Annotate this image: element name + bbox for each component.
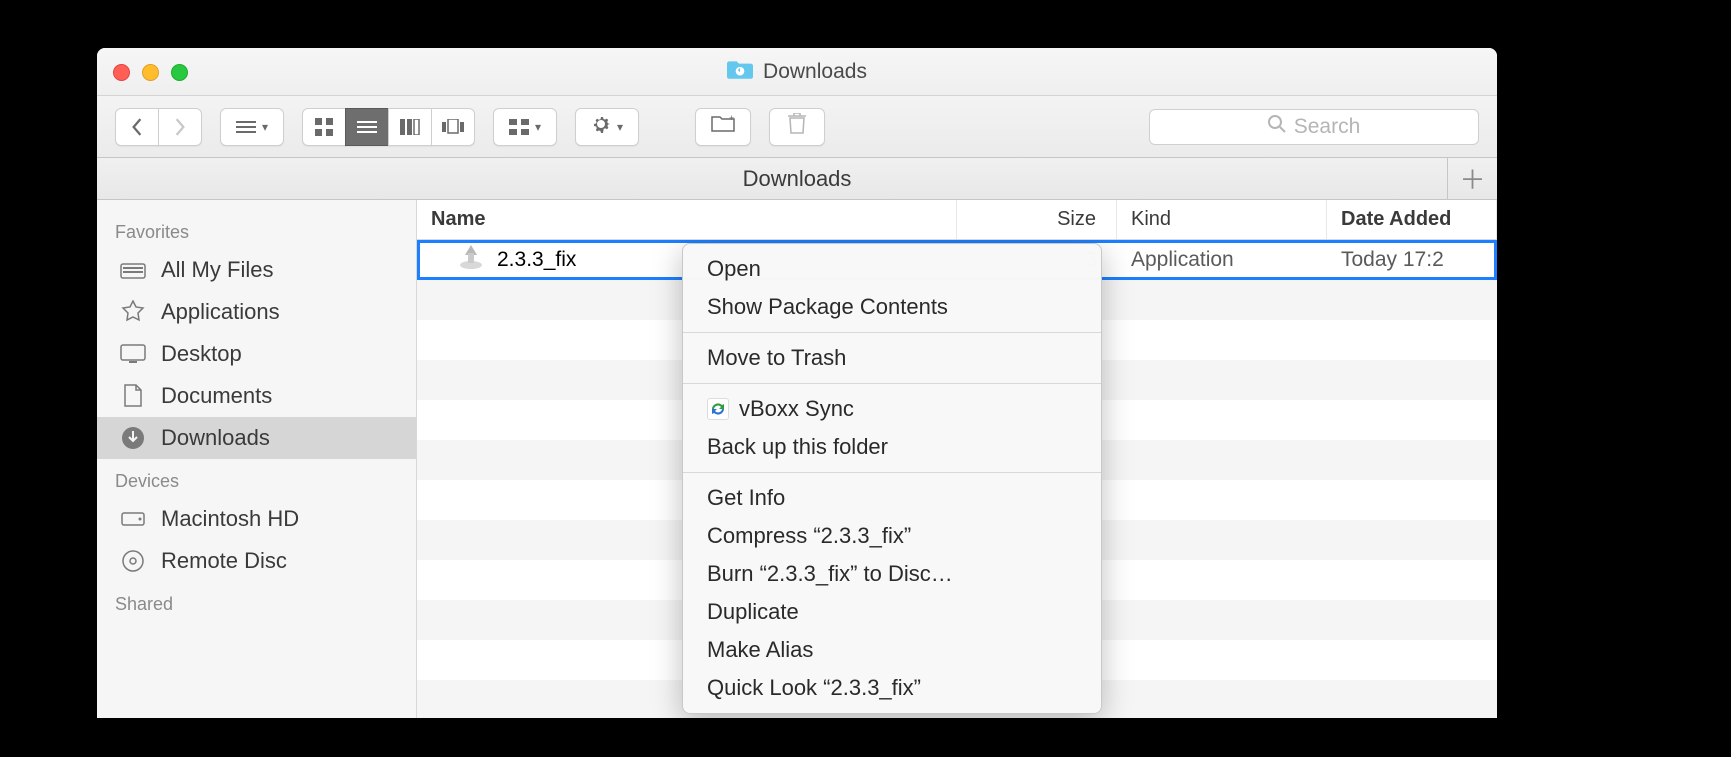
menu-get-info[interactable]: Get Info [683,479,1101,517]
file-date: Today 17:2 [1327,248,1497,272]
sidebar-item-desktop[interactable]: Desktop [97,333,416,375]
finder-window: Downloads ▾ ▾ ▾ + [97,48,1497,718]
back-button[interactable] [115,108,159,146]
sidebar-item-label: Desktop [161,341,242,367]
gear-icon [591,114,611,139]
menu-burn-to-disc[interactable]: Burn “2.3.3_fix” to Disc… [683,555,1101,593]
sidebar-item-label: Macintosh HD [161,506,299,532]
share-dropdown[interactable]: ▾ [493,108,557,146]
file-rows: 2.3.3_fix 3 Application Today 17:2 [417,240,1497,718]
application-icon [457,243,485,277]
sidebar-header-favorites: Favorites [97,210,416,249]
chevron-down-icon: ▾ [262,120,268,134]
sidebar-item-applications[interactable]: Applications [97,291,416,333]
view-buttons [302,108,475,146]
downloads-icon [119,426,147,450]
disc-icon [119,549,147,573]
sidebar-header-devices: Devices [97,459,416,498]
coverflow-view-button[interactable] [431,108,475,146]
sidebar-item-macintosh-hd[interactable]: Macintosh HD [97,498,416,540]
chevron-down-icon: ▾ [535,120,541,134]
column-view-button[interactable] [388,108,432,146]
window-body: Favorites All My Files Applications Desk… [97,200,1497,718]
menu-separator [683,383,1101,384]
menu-quick-look[interactable]: Quick Look “2.3.3_fix” [683,669,1101,707]
action-dropdown[interactable]: ▾ [575,108,639,146]
toolbar: ▾ ▾ ▾ + Search [97,96,1497,158]
close-button[interactable] [113,64,130,81]
sidebar-item-downloads[interactable]: Downloads [97,417,416,459]
search-icon [1268,115,1286,139]
sidebar-item-label: Remote Disc [161,548,287,574]
file-kind: Application [1117,248,1327,272]
file-list: Name Size Kind Date Added 2.3.3_fix 3 Ap… [417,200,1497,718]
window-title: Downloads [727,58,867,86]
sync-icon [707,398,729,420]
menu-compress[interactable]: Compress “2.3.3_fix” [683,517,1101,555]
column-kind[interactable]: Kind [1117,200,1327,239]
sidebar-item-label: All My Files [161,257,273,283]
minimize-button[interactable] [142,64,159,81]
menu-vboxx-sync[interactable]: vBoxx Sync [683,390,1101,428]
sidebar: Favorites All My Files Applications Desk… [97,200,417,718]
tab-bar: Downloads ＋ [97,158,1497,200]
sidebar-item-documents[interactable]: Documents [97,375,416,417]
menu-separator [683,332,1101,333]
menu-separator [683,472,1101,473]
arrange-dropdown[interactable]: ▾ [220,108,284,146]
svg-text:+: + [729,115,734,123]
file-name: 2.3.3_fix [497,248,576,272]
window-title-text: Downloads [763,60,867,84]
forward-button[interactable] [158,108,202,146]
column-size[interactable]: Size [957,200,1117,239]
chevron-down-icon: ▾ [617,120,623,134]
applications-icon [119,300,147,324]
menu-duplicate[interactable]: Duplicate [683,593,1101,631]
desktop-icon [119,342,147,366]
documents-icon [119,384,147,408]
sidebar-item-label: Documents [161,383,272,409]
menu-back-up-folder[interactable]: Back up this folder [683,428,1101,466]
sidebar-item-label: Applications [161,299,280,325]
column-headers: Name Size Kind Date Added [417,200,1497,240]
sidebar-item-label: Downloads [161,425,270,451]
new-folder-button[interactable]: + [695,108,751,146]
icon-view-button[interactable] [302,108,346,146]
downloads-folder-icon [727,58,753,86]
search-placeholder: Search [1294,115,1361,139]
add-tab-button[interactable]: ＋ [1447,158,1497,199]
menu-make-alias[interactable]: Make Alias [683,631,1101,669]
folder-plus-icon: + [711,115,735,138]
nav-buttons [115,108,202,146]
tab-downloads[interactable]: Downloads [743,166,852,192]
plus-icon: ＋ [1459,160,1485,197]
column-date-added[interactable]: Date Added [1327,200,1497,239]
menu-move-to-trash[interactable]: Move to Trash [683,339,1101,377]
trash-button[interactable] [769,108,825,146]
zoom-button[interactable] [171,64,188,81]
list-view-button[interactable] [345,108,389,146]
column-name[interactable]: Name [417,200,957,239]
trash-icon [788,113,806,140]
menu-open[interactable]: Open [683,250,1101,288]
sidebar-item-remote-disc[interactable]: Remote Disc [97,540,416,582]
context-menu: Open Show Package Contents Move to Trash… [682,243,1102,714]
sidebar-item-all-my-files[interactable]: All My Files [97,249,416,291]
hard-drive-icon [119,507,147,531]
sidebar-header-shared: Shared [97,582,416,621]
titlebar: Downloads [97,48,1497,96]
all-my-files-icon [119,258,147,282]
traffic-lights [113,64,188,81]
search-field[interactable]: Search [1149,109,1479,145]
menu-show-package-contents[interactable]: Show Package Contents [683,288,1101,326]
